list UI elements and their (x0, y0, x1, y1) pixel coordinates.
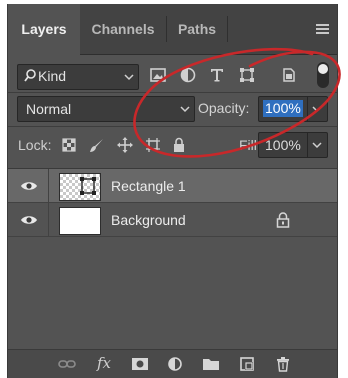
smart-object-filter-icon[interactable] (280, 66, 298, 84)
type-filter-icon[interactable] (208, 66, 226, 84)
layer-row-background[interactable]: Background (8, 203, 337, 237)
link-layers-icon[interactable] (58, 356, 76, 372)
column-divider (48, 203, 49, 237)
divider (8, 92, 337, 93)
adjustment-filter-icon[interactable] (179, 66, 197, 84)
lock-all-icon[interactable] (171, 137, 187, 153)
shape-filter-icon[interactable] (238, 66, 256, 84)
divider (8, 126, 337, 127)
add-mask-icon[interactable] (131, 356, 149, 372)
column-divider (48, 169, 49, 203)
layer-lock-icon[interactable] (276, 212, 290, 228)
chevron-down-icon[interactable] (312, 106, 322, 113)
visibility-eye-icon[interactable] (20, 214, 38, 226)
layer-name[interactable]: Rectangle 1 (111, 178, 186, 194)
layers-footer: fx (8, 349, 337, 378)
tab-paths[interactable]: Paths (167, 4, 227, 54)
lock-label: Lock: (18, 137, 52, 153)
lock-artboard-icon[interactable] (145, 137, 161, 153)
image-filter-icon[interactable] (149, 66, 167, 84)
visibility-eye-icon[interactable] (20, 180, 38, 192)
new-layer-icon[interactable] (238, 356, 256, 372)
filter-kind-select[interactable]: Kind (17, 64, 139, 90)
layer-name[interactable]: Background (111, 212, 186, 228)
fx-icon[interactable]: fx (97, 354, 111, 372)
layers-list: Rectangle 1 Background (8, 168, 337, 351)
field-separator (307, 133, 308, 157)
tab-bar: Layers Channels Paths (8, 4, 337, 55)
delete-icon[interactable] (274, 356, 292, 372)
fill-value[interactable]: 100% (265, 137, 301, 153)
panel-menu-icon[interactable] (316, 24, 329, 34)
lock-transparent-pixels-icon[interactable] (61, 137, 77, 153)
shape-vector-mask-icon (80, 177, 96, 195)
opacity-value[interactable]: 100% (263, 100, 303, 117)
blend-mode-value: Normal (26, 101, 72, 117)
opacity-field[interactable]: 100% (258, 96, 328, 122)
opacity-label: Opacity: (198, 100, 250, 116)
layer-thumbnail (59, 173, 101, 201)
chevron-down-icon[interactable] (312, 142, 322, 149)
blend-mode-select[interactable]: Normal (17, 96, 195, 122)
toggle-knob-icon (318, 64, 328, 74)
field-separator (307, 97, 308, 121)
adjustment-layer-icon[interactable] (166, 356, 184, 372)
layer-thumbnail (59, 207, 101, 235)
tab-divider (227, 16, 228, 42)
search-icon (24, 69, 36, 82)
lock-image-pixels-icon[interactable] (89, 137, 105, 153)
layers-panel: Layers Channels Paths Kind Normal Opacit… (7, 4, 338, 378)
lock-position-icon[interactable] (117, 137, 133, 153)
tab-channels[interactable]: Channels (80, 4, 166, 54)
layer-row-rectangle-1[interactable]: Rectangle 1 (8, 169, 337, 203)
new-group-icon[interactable] (202, 356, 220, 372)
chevron-down-icon (180, 106, 190, 113)
filter-toggle[interactable] (317, 62, 329, 88)
filter-kind-label: Kind (38, 68, 67, 84)
row-divider (8, 236, 337, 237)
fill-field[interactable]: 100% (258, 132, 328, 158)
tab-layers[interactable]: Layers (8, 4, 80, 55)
chevron-down-icon (124, 74, 134, 81)
